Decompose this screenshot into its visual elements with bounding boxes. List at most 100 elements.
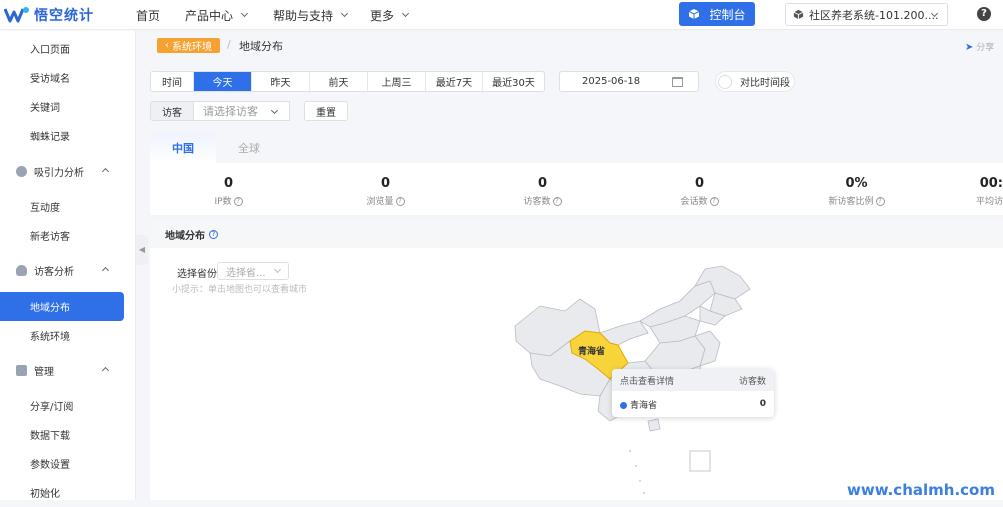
nav-more[interactable]: 更多 [370, 7, 430, 24]
stat-label: 新访客比例? [778, 194, 935, 207]
chevron-up-icon [101, 167, 110, 176]
stat-label-text: 浏览量 [366, 197, 394, 207]
date-tab-text: 时间 [162, 78, 182, 89]
stat-label-text: 访客数 [523, 197, 551, 207]
visitor-select-placeholder: 请选择访客 [203, 105, 258, 118]
chevron-left-icon: ‹ [165, 40, 169, 51]
sidebar-group-label: 管理 [34, 367, 54, 378]
sidebar-group-attraction[interactable]: 吸引力分析 [0, 157, 124, 186]
stat-ip: 0 IP数? [150, 163, 307, 215]
south-china-sea-inset [689, 450, 711, 472]
sidebar-item-initialize[interactable]: 初始化 [0, 478, 124, 507]
question-icon[interactable]: ? [233, 197, 243, 206]
question-icon[interactable]: ? [709, 197, 719, 206]
cube-icon [689, 9, 700, 19]
map-tooltip[interactable]: 点击查看详情 访客数 青海省 0 [612, 369, 774, 417]
sidebar-item-data-download[interactable]: 数据下载 [0, 420, 124, 449]
date-value: 2025-06-18 [582, 76, 641, 87]
date-tab-yesterday[interactable]: 昨天 [252, 72, 310, 91]
stat-value: 0 [694, 176, 705, 191]
tooltip-detail-link[interactable]: 点击查看详情 [620, 374, 674, 387]
target-icon [16, 166, 27, 177]
visitor-select[interactable]: 请选择访客 [194, 101, 290, 121]
tab-global[interactable]: 全球 [216, 133, 282, 163]
top-bar: 悟空统计 首页 产品中心 帮助与支持 更多 控制台 社区养老系统-101.200… [0, 0, 1003, 30]
layers-icon [16, 365, 27, 376]
date-tab-last-7-days[interactable]: 最近7天 [426, 72, 483, 91]
sidebar-item-region[interactable]: 地域分布 [0, 292, 124, 321]
calendar-icon [672, 77, 683, 87]
date-tab-text: 最近30天 [492, 78, 535, 89]
stat-pageviews: 0 浏览量? [307, 163, 464, 215]
sidebar-item-label: 入口页面 [30, 45, 70, 56]
tab-label: 全球 [238, 142, 260, 155]
console-button[interactable]: 控制台 [679, 2, 755, 26]
chevron-down-icon [340, 9, 349, 18]
date-picker[interactable]: 2025-06-18 [559, 71, 699, 92]
help-icon[interactable]: ? [977, 7, 991, 21]
date-tab-today[interactable]: 今天 [194, 72, 252, 91]
question-icon[interactable]: ? [552, 197, 562, 206]
user-icon [16, 265, 27, 276]
breadcrumb-back-label: 系统环境 [172, 42, 212, 53]
province-select[interactable]: 选择省... [217, 262, 289, 280]
sidebar-item-new-returning[interactable]: 新老访客 [0, 221, 124, 250]
province-select-placeholder: 选择省... [226, 267, 266, 279]
compare-period-toggle[interactable]: 对比时间段 [715, 71, 795, 92]
nav-home[interactable]: 首页 [136, 7, 185, 24]
chevron-up-icon [101, 266, 110, 275]
sidebar: 入口页面 受访域名 关键词 蜘蛛记录 吸引力分析 互动度 新老访客 访客分析 地… [0, 31, 136, 500]
date-tab-last-wednesday[interactable]: 上周三 [368, 72, 426, 91]
reset-button[interactable]: 重置 [304, 101, 348, 121]
sidebar-item-system-env[interactable]: 系统环境 [0, 321, 124, 350]
nav-products[interactable]: 产品中心 [185, 7, 273, 24]
date-tab-text: 今天 [212, 78, 233, 89]
chevron-down-icon [270, 106, 279, 115]
sidebar-item-engagement[interactable]: 互动度 [0, 192, 124, 221]
map-region-hainan[interactable] [647, 418, 661, 432]
tooltip-row: 青海省 0 [612, 391, 774, 417]
sidebar-item-label: 分享/订阅 [30, 402, 74, 413]
sidebar-item-label: 关键词 [30, 103, 60, 114]
question-icon[interactable]: ? [209, 230, 218, 239]
tab-china[interactable]: 中国 [150, 133, 216, 163]
question-icon[interactable]: ? [875, 197, 885, 206]
breadcrumb-separator: / [227, 38, 231, 51]
stat-label: 浏览量? [307, 194, 464, 207]
tooltip-row-name: 青海省 [620, 398, 657, 411]
sidebar-item-label: 地域分布 [30, 303, 70, 314]
date-tab-day-before[interactable]: 前天 [310, 72, 368, 91]
sidebar-item-label: 受访域名 [30, 74, 70, 85]
top-nav: 首页 产品中心 帮助与支持 更多 [136, 0, 430, 30]
chevron-down-icon [273, 265, 282, 274]
sidebar-item-entry-pages[interactable]: 入口页面 [0, 34, 124, 63]
date-tab-last-30-days[interactable]: 最近30天 [483, 72, 544, 91]
sidebar-group-visitor-analysis[interactable]: 访客分析 [0, 256, 124, 285]
sidebar-collapse-handle[interactable]: ◀ [136, 235, 148, 265]
date-tab-text: 最近7天 [435, 78, 473, 89]
breadcrumb-back-button[interactable]: ‹ 系统环境 [157, 38, 220, 53]
sidebar-item-share-subscribe[interactable]: 分享/订阅 [0, 391, 124, 420]
stat-value: 0 [223, 176, 234, 191]
sidebar-item-visited-domains[interactable]: 受访域名 [0, 63, 124, 92]
sidebar-item-spider-log[interactable]: 蜘蛛记录 [0, 121, 124, 150]
stat-label-text: 新访客比例 [828, 197, 874, 207]
panel-header: 地域分布 ? [150, 221, 1003, 248]
stat-value: 0 [537, 176, 548, 191]
nav-help[interactable]: 帮助与支持 [273, 7, 370, 24]
stat-new-visitor-ratio: 0% 新访客比例? [778, 163, 935, 215]
stat-sessions: 0 会话数? [621, 163, 778, 215]
date-tab-text: 前天 [328, 78, 349, 89]
region-tabs: 中国 全球 [150, 133, 282, 163]
province-label: 选择省份 [177, 269, 217, 280]
site-select[interactable]: 社区养老系统-101.200.... [785, 3, 948, 26]
sidebar-item-settings[interactable]: 参数设置 [0, 449, 124, 478]
date-tab-text: 昨天 [270, 78, 291, 89]
logo[interactable]: 悟空统计 [4, 3, 94, 27]
question-icon[interactable]: ? [395, 197, 405, 206]
toggle-knob [718, 74, 732, 89]
sidebar-group-manage[interactable]: 管理 [0, 356, 124, 385]
sidebar-group-label: 访客分析 [34, 267, 74, 278]
sidebar-item-keywords[interactable]: 关键词 [0, 92, 124, 121]
share-button[interactable]: ➤ 分享 [965, 40, 994, 53]
